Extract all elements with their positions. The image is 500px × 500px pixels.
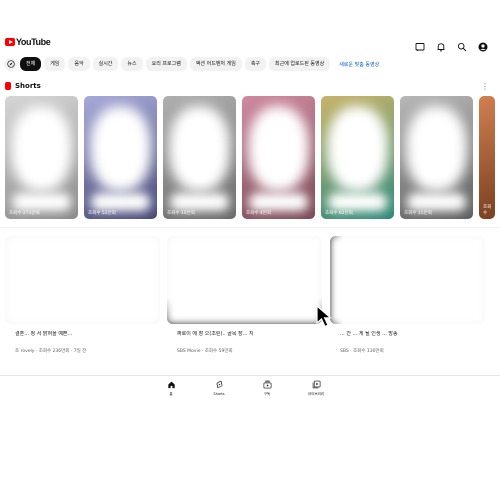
top-actions [415,37,488,52]
nav-label: 구독 [263,392,271,396]
shorts-shelf: 조회수 273만회 조회수 52만회 조회수 10만회 조회수 4만회 조회수 … [5,96,495,221]
video-meta: 조 rovely · 조회수 236만회 · 7일 전 [15,349,87,354]
shorts-item[interactable]: 조회수 52만회 [84,96,157,219]
chip-cooking[interactable]: 요리 프로그램 [145,57,187,71]
explore-button[interactable] [4,57,17,71]
search-icon[interactable] [457,37,467,52]
new-recommendations-link[interactable]: 새로운 맞춤 동영상 [339,61,379,68]
bottom-nav-divider [0,375,500,376]
shorts-views: 조회수 4만회 [246,211,271,216]
category-chips: 전체 게임 음악 실시간 뉴스 요리 프로그램 액션 어드벤처 게임 축구 최근… [4,57,379,71]
chip-soccer[interactable]: 축구 [244,57,267,71]
youtube-logo[interactable]: YouTube [5,37,51,47]
mouse-cursor-icon [316,305,333,328]
nav-label: Shorts [213,392,225,396]
video-meta: SBS Movie · 조회수 59만회 [177,349,233,354]
shorts-title: Shorts [15,82,41,90]
bottom-navigation: 홈 Shorts 구독 라이브러리 [0,377,500,407]
video-thumbnail[interactable] [5,236,160,324]
shorts-logo-icon [5,82,11,90]
shorts-views: 조회수 273만회 [9,211,40,216]
shorts-item[interactable]: 조회수 15만회 [400,96,473,219]
chip-all[interactable]: 전체 [20,57,42,71]
video-title[interactable]: 결혼... 정 서 밝혀을 예쁜... [5,331,160,345]
library-icon [312,380,320,389]
nav-label: 홈 [169,392,173,396]
home-icon [167,381,175,389]
chip-recently-uploaded[interactable]: 최근에 업로드된 동영상 [269,57,331,71]
shorts-item[interactable]: 조회수 [479,96,495,219]
video-title[interactable]: ... 간 ... 게 될 인생 ... 방송 [330,331,485,345]
section-divider [0,227,500,228]
video-meta: SBS · 조회수 130만회 [340,349,384,354]
chip-games[interactable]: 게임 [44,57,66,71]
nav-item-subscriptions[interactable]: 구독 [247,380,287,397]
nav-item-home[interactable]: 홈 [151,380,191,397]
video-thumbnail[interactable] [167,236,322,324]
top-app-bar: YouTube [0,0,500,52]
video-card[interactable]: ... 간 ... 게 될 인생 ... 방송 SBS · 조회수 130만회 [330,236,485,354]
more-vert-icon[interactable]: ⋮ [481,82,489,91]
cast-icon[interactable] [415,37,425,52]
shorts-icon [216,380,222,389]
shorts-views: 조회수 [483,205,492,216]
video-title[interactable]: 짜로이 에 장 으(조린).. 골목 장... 지 [167,331,322,345]
shorts-views: 조회수 52만회 [88,211,116,216]
shorts-item[interactable]: 조회수 273만회 [5,96,78,219]
compass-icon [6,60,15,68]
shorts-views: 조회수 10만회 [167,211,195,216]
chip-live[interactable]: 실시간 [92,57,119,71]
shorts-header: Shorts [5,82,41,90]
chip-music[interactable]: 음악 [68,57,90,71]
video-card[interactable]: 짜로이 에 장 으(조린).. 골목 장... 지 SBS Movie · 조회… [167,236,322,354]
video-thumbnail[interactable] [330,236,485,324]
shorts-item[interactable]: 조회수 10만회 [163,96,236,219]
subscriptions-icon [263,380,271,389]
account-icon[interactable] [478,37,488,52]
shorts-views: 조회수 15만회 [404,211,432,216]
video-card[interactable]: 결혼... 정 서 밝혀을 예쁜... 조 rovely · 조회수 236만회… [5,236,160,354]
shorts-item[interactable]: 조회수 4만회 [242,96,315,219]
shorts-views: 조회수 62만회 [325,211,353,216]
shorts-item[interactable]: 조회수 62만회 [321,96,394,219]
youtube-play-icon [5,38,15,46]
bell-icon[interactable] [436,37,446,52]
nav-label: 라이브러리 [307,392,325,396]
logo-text: YouTube [16,37,51,47]
chip-action-adventure[interactable]: 액션 어드벤처 게임 [189,57,242,71]
nav-item-library[interactable]: 라이브러리 [296,380,336,397]
chip-news[interactable]: 뉴스 [121,57,143,71]
nav-item-shorts[interactable]: Shorts [199,380,239,396]
